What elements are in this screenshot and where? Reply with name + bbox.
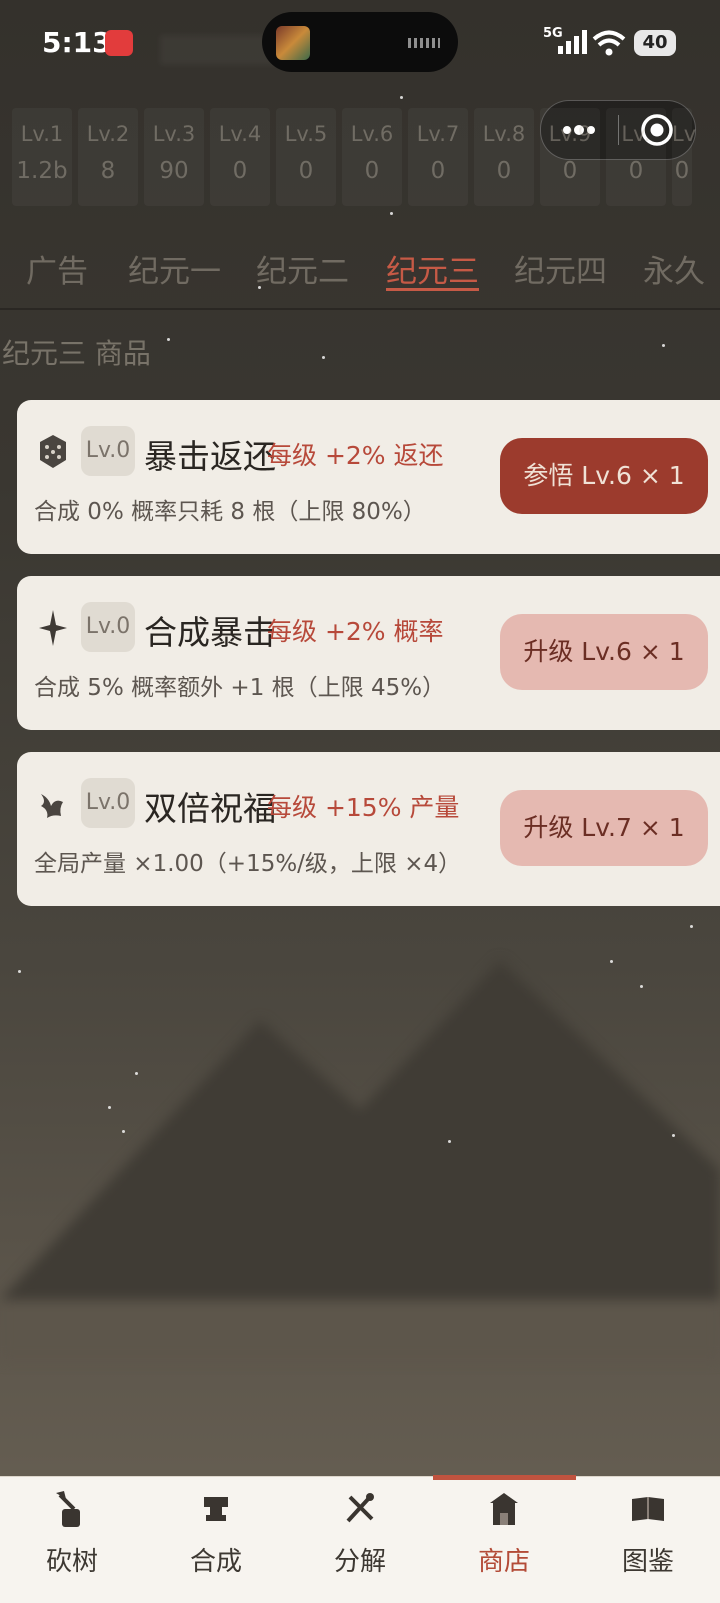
shop-item-card: Lv.0 合成暴击 每级 +2% 概率 合成 5% 概率额外 +1 根（上限 4… [17, 576, 720, 730]
level-label: Lv.5 [284, 122, 328, 146]
level-value: 0 [628, 158, 644, 184]
level-label: Lv.4 [218, 122, 262, 146]
level-label: Lv.3 [152, 122, 196, 146]
status-bar: 5:13 5G 40 [0, 0, 720, 95]
wifi-icon [592, 30, 626, 56]
level-value: 0 [298, 158, 314, 184]
level-value: 0 [430, 158, 446, 184]
nav-label: 合成 [189, 1547, 242, 1577]
level-cell: Lv.1 1.2b [12, 108, 72, 206]
level-value: 0 [674, 158, 690, 184]
bottom-navigation: 砍树 合成 分解 商店 图鉴 [0, 1475, 720, 1603]
level-label: Lv.2 [86, 122, 130, 146]
item-level-badge: Lv.0 [81, 778, 135, 828]
dice-icon [40, 435, 66, 468]
level-value: 0 [364, 158, 380, 184]
upgrade-button[interactable]: 升级 Lv.7 × 1 [500, 790, 708, 866]
comprehend-button[interactable]: 参悟 Lv.6 × 1 [500, 438, 708, 514]
anvil-icon [204, 1497, 228, 1521]
status-time: 5:13 [42, 26, 112, 59]
item-description: 全局产量 ×1.00（+15%/级，上限 ×4） [34, 851, 462, 877]
level-cell: Lv.6 0 [342, 108, 402, 206]
level-value: 90 [159, 158, 189, 184]
section-title: 纪元三 商品 [2, 337, 151, 370]
level-cell: Lv.4 0 [210, 108, 270, 206]
item-name: 双倍祝福 [144, 789, 276, 828]
item-bonus: 每级 +2% 返还 [267, 441, 444, 470]
nav-label: 砍树 [45, 1547, 98, 1577]
book-icon [632, 1497, 664, 1521]
item-level-badge: Lv.0 [81, 426, 135, 476]
level-value: 0 [562, 158, 578, 184]
item-bonus: 每级 +15% 产量 [267, 793, 460, 822]
item-bonus: 每级 +2% 概率 [267, 617, 444, 646]
item-description: 合成 0% 概率只耗 8 根（上限 80%） [34, 499, 426, 525]
tools-icon [346, 1493, 374, 1523]
axe-stump-icon [56, 1491, 80, 1527]
level-cell: Lv 0 [672, 108, 697, 206]
now-playing-thumbnail-icon [276, 26, 310, 60]
item-name: 合成暴击 [144, 613, 276, 652]
bird-icon [41, 794, 63, 818]
level-cell: Lv. 0 [606, 108, 666, 206]
item-level-badge: Lv.0 [81, 602, 135, 652]
tab-era-2[interactable]: 纪元二 [256, 246, 349, 291]
nav-label: 商店 [477, 1547, 530, 1577]
upgrade-button[interactable]: 升级 Lv.6 × 1 [500, 614, 708, 690]
shop-item-card: Lv.0 双倍祝福 每级 +15% 产量 全局产量 ×1.00（+15%/级，上… [17, 752, 720, 906]
battery-level: 40 [642, 32, 668, 53]
tab-ads[interactable]: 广告 [26, 246, 88, 291]
level-value: 1.2b [16, 158, 68, 184]
level-label: Lv [672, 122, 697, 146]
level-label: Lv.1 [20, 122, 64, 146]
level-cell: Lv.7 0 [408, 108, 468, 206]
signal-icon [558, 30, 587, 54]
level-cell: Lv.9 0 [540, 108, 600, 206]
item-description: 合成 5% 概率额外 +1 根（上限 45%） [34, 675, 446, 701]
level-label: Lv.7 [416, 122, 460, 146]
level-cell: Lv.3 90 [144, 108, 204, 206]
nav-decompose[interactable]: 分解 [288, 1477, 432, 1603]
level-label: Lv.8 [482, 122, 526, 146]
nav-label: 图鉴 [621, 1547, 674, 1577]
tab-era-1[interactable]: 纪元一 [128, 246, 221, 291]
level-value: 8 [100, 158, 116, 184]
level-cell: Lv.8 0 [474, 108, 534, 206]
tab-permanent[interactable]: 永久 [643, 246, 705, 291]
era-tab-bar: 广告 纪元一 纪元二 纪元三 纪元四 永久 [0, 238, 720, 310]
activity-bars-icon [408, 38, 440, 48]
item-name: 暴击返还 [144, 437, 276, 476]
level-count-strip: Lv.1 1.2b Lv.2 8 Lv.3 90 Lv.4 0 Lv.5 0 Lv.6 0 … [12, 108, 697, 206]
battery-icon: 40 [634, 30, 676, 56]
tab-era-4[interactable]: 纪元四 [514, 246, 607, 291]
star-icon [39, 610, 67, 646]
nav-label: 分解 [333, 1547, 386, 1577]
level-label: Lv.6 [350, 122, 394, 146]
nav-craft[interactable]: 合成 [144, 1477, 288, 1603]
tab-era-3[interactable]: 纪元三 [386, 246, 479, 291]
level-value: 0 [496, 158, 512, 184]
dynamic-island [262, 12, 458, 72]
level-label: Lv. [621, 122, 651, 146]
level-value: 0 [232, 158, 248, 184]
shop-icon [490, 1493, 518, 1525]
nav-chop-tree[interactable]: 砍树 [0, 1477, 144, 1603]
nav-codex[interactable]: 图鉴 [576, 1477, 720, 1603]
level-label: Lv.9 [548, 122, 592, 146]
shop-item-card: Lv.0 暴击返还 每级 +2% 返还 合成 0% 概率只耗 8 根（上限 80… [17, 400, 720, 554]
level-cell: Lv.5 0 [276, 108, 336, 206]
app-badge-icon [105, 30, 133, 56]
nav-shop[interactable]: 商店 [432, 1477, 576, 1603]
level-cell: Lv.2 8 [78, 108, 138, 206]
